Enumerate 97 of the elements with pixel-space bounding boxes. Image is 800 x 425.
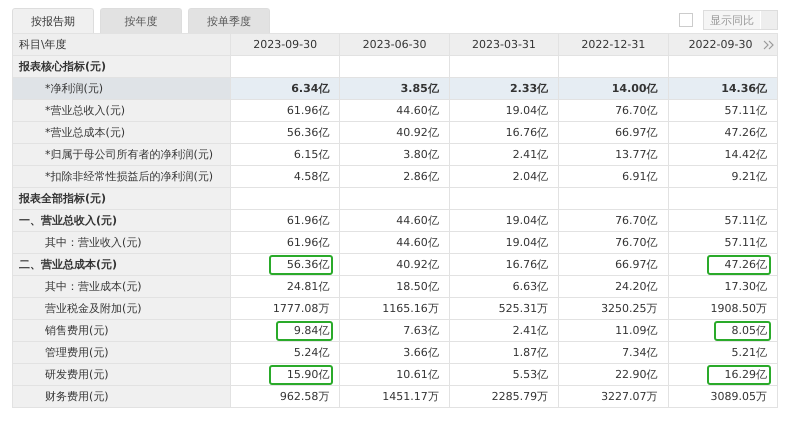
table-cell-text: 9.21亿: [730, 168, 768, 184]
row-label: *扣除非经常性损益后的净利润(元): [12, 166, 230, 188]
table-cell-text: 66.97亿: [614, 124, 659, 140]
table-cell-text: 76.70亿: [614, 212, 659, 228]
row-label: 报表全部指标(元): [12, 188, 230, 210]
table-cell-text: 76.70亿: [614, 234, 659, 250]
table-cell-text: 10.61亿: [395, 366, 440, 382]
table-cell: 9.84亿: [276, 320, 334, 340]
table-cell-text: 1451.17万: [381, 388, 440, 404]
table-cell-text: 2.86亿: [402, 168, 440, 184]
column-header: 2023-09-30: [230, 34, 340, 56]
table-cell-text: 19.04亿: [504, 212, 550, 228]
table-cell-text: 3.80亿: [402, 146, 440, 162]
row-label: *营业总收入(元): [12, 100, 230, 122]
table-cell-text: 962.58万: [278, 388, 330, 404]
table-cell-text: 1777.08万: [272, 300, 330, 316]
column-header: 2023-03-31: [449, 34, 559, 56]
table-cell-text: 4.58亿: [292, 168, 330, 184]
table-cell-text: 24.81亿: [286, 278, 330, 294]
table-cell-text: 6.91亿: [621, 168, 659, 184]
double-chevron-icon[interactable]: [762, 40, 774, 50]
table-cell-text: 6.34亿: [290, 80, 330, 96]
table-cell-text: 7.34亿: [621, 344, 659, 360]
table-cell-text: 18.50亿: [395, 278, 440, 294]
column-header: 2022-12-31: [558, 34, 668, 56]
row-label: 二、营业总成本(元): [12, 254, 230, 276]
table-cell-text: 14.00亿: [610, 80, 659, 96]
table-cell-text: 40.92亿: [395, 256, 440, 272]
period-tab[interactable]: 按年度: [100, 8, 182, 33]
column-header: 2022-09-30: [668, 34, 778, 56]
row-label: 研发费用(元): [12, 364, 230, 386]
table-cell-text: 3250.25万: [600, 300, 659, 316]
row-label: *净利润(元): [12, 78, 230, 100]
row-label: 销售费用(元): [12, 320, 230, 342]
table-cell-text: 3.66亿: [402, 344, 440, 360]
table-cell-text: 11.09亿: [614, 322, 659, 338]
table-cell-text: 13.77亿: [614, 146, 659, 162]
table-cell: 16.29亿: [706, 364, 771, 384]
table-cell-text: 57.11亿: [724, 102, 768, 118]
table-cell-text: 16.76亿: [504, 124, 550, 140]
row-label: 财务费用(元): [12, 386, 230, 408]
table-cell-text: 17.30亿: [724, 278, 768, 294]
table-cell: 56.36亿: [268, 254, 334, 274]
table-cell-text: 5.53亿: [512, 366, 550, 382]
column-header: 科目\年度: [12, 34, 230, 56]
table-cell-text: 24.20亿: [614, 278, 659, 294]
table-cell-text: 7.63亿: [402, 322, 440, 338]
compare-checkbox[interactable]: [679, 13, 693, 27]
table-cell-text: 22.90亿: [614, 366, 659, 382]
table-cell-text: 76.70亿: [614, 102, 659, 118]
table-cell-text: 44.60亿: [395, 102, 440, 118]
table-cell-text: 57.11亿: [724, 212, 768, 228]
row-label: 管理费用(元): [12, 342, 230, 364]
table-cell-text: 14.42亿: [724, 146, 768, 162]
table-cell-text: 47.26亿: [724, 124, 768, 140]
table-cell-text: 14.36亿: [720, 80, 768, 96]
table-cell-text: 5.21亿: [730, 344, 768, 360]
period-tab[interactable]: 按报告期: [12, 8, 94, 33]
table-cell-text: 2.33亿: [509, 80, 550, 96]
table-cell-text: 525.31万: [498, 300, 550, 316]
table-cell-text: 16.76亿: [504, 256, 550, 272]
table-cell-text: 19.04亿: [504, 102, 550, 118]
table-cell-text: 1.87亿: [512, 344, 550, 360]
row-label: 一、营业总收入(元): [12, 210, 230, 232]
table-cell-text: 3089.05万: [710, 388, 768, 404]
table-cell: 47.26亿: [706, 254, 771, 274]
table-cell-text: 1908.50万: [710, 300, 768, 316]
table-cell-text: 5.24亿: [292, 344, 330, 360]
table-cell-text: 66.97亿: [614, 256, 659, 272]
table-cell-text: 2285.79万: [490, 388, 550, 404]
table-cell-text: 2.04亿: [512, 168, 550, 184]
row-label: 其中：营业收入(元): [12, 232, 230, 254]
column-header: 2023-06-30: [340, 34, 450, 56]
table-cell-text: 6.63亿: [512, 278, 550, 294]
table-cell-text: 1165.16万: [381, 300, 440, 316]
row-label: 其中：营业成本(元): [12, 276, 230, 298]
table-cell-text: 2.41亿: [512, 322, 550, 338]
table-cell-text: 3.85亿: [400, 80, 440, 96]
table-cell-text: 2.41亿: [512, 146, 550, 162]
table-cell-text: 61.96亿: [286, 212, 330, 228]
table-cell-text: 3227.07万: [600, 388, 659, 404]
table-cell-text: 56.36亿: [286, 124, 330, 140]
period-tab[interactable]: 按单季度: [188, 8, 270, 33]
row-label: 营业税金及附加(元): [12, 298, 230, 320]
table-cell-text: 40.92亿: [395, 124, 440, 140]
row-label: *归属于母公司所有者的净利润(元): [12, 144, 230, 166]
row-label: *营业总成本(元): [12, 122, 230, 144]
table-cell-text: 61.96亿: [286, 102, 330, 118]
table-cell-text: 44.60亿: [395, 234, 440, 250]
table-cell-text: 44.60亿: [395, 212, 440, 228]
table-cell-text: 6.15亿: [292, 146, 330, 162]
table-cell-text: 57.11亿: [724, 234, 768, 250]
table-cell: 8.05亿: [714, 320, 771, 340]
table-cell-text: 19.04亿: [504, 234, 550, 250]
table-cell: 15.90亿: [268, 364, 334, 384]
row-label: 报表核心指标(元): [12, 56, 230, 78]
table-cell-text: 61.96亿: [286, 234, 330, 250]
